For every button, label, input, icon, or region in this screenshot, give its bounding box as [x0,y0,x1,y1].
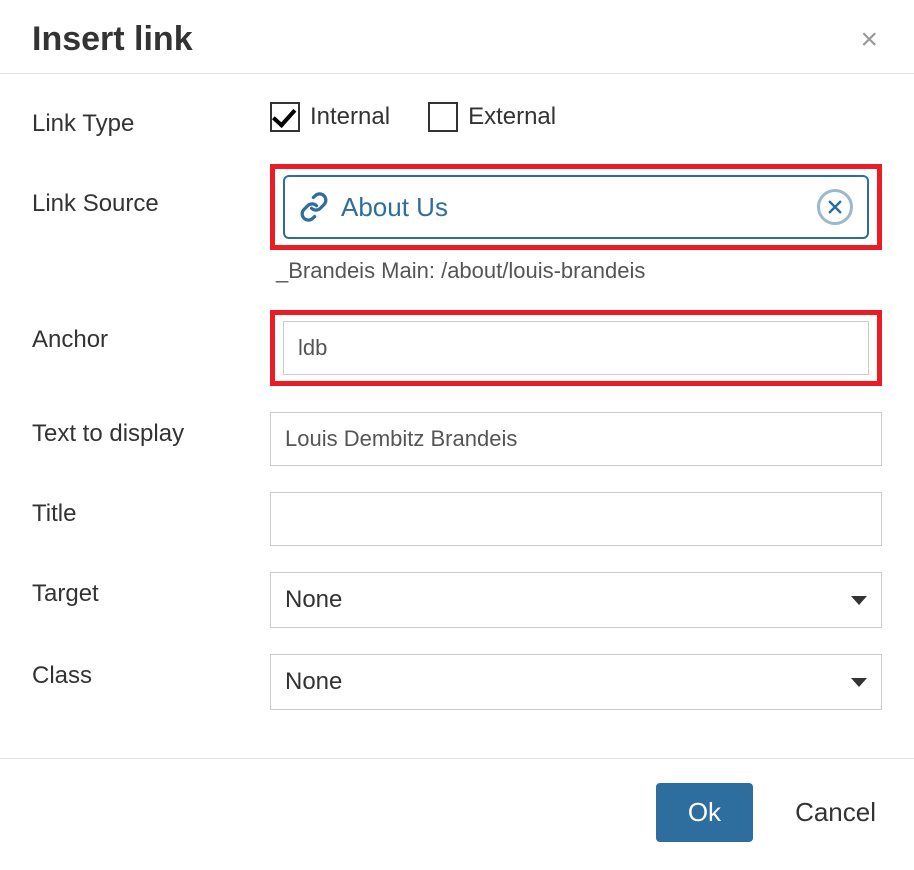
label-title: Title [32,492,270,528]
target-select[interactable]: None [270,572,882,628]
label-anchor: Anchor [32,310,270,354]
dialog-footer: Ok Cancel [0,758,914,870]
text-to-display-input[interactable] [270,412,882,466]
row-text-to-display: Text to display [32,412,882,466]
row-title: Title [32,492,882,546]
class-value: None [285,668,342,696]
chevron-down-icon [851,596,867,605]
link-source-control: About Us _Brandeis Main: /about/louis-br… [270,164,882,284]
link-source-path: _Brandeis Main: /about/louis-brandeis [270,258,882,284]
dialog-body: Link Type Internal External Link Source [0,74,914,758]
link-source-left: About Us [299,192,448,223]
checkbox-internal-label: Internal [310,103,390,131]
link-source-chooser[interactable]: About Us [283,175,869,239]
link-type-group: Internal External [270,102,882,132]
checkbox-external-label: External [468,103,556,131]
row-target: Target None [32,572,882,628]
dialog-header: Insert link × [0,0,914,74]
row-link-source: Link Source About Us [32,164,882,284]
cancel-button[interactable]: Cancel [789,785,882,840]
title-control [270,492,882,546]
target-control: None [270,572,882,628]
ok-button[interactable]: Ok [656,783,753,842]
row-anchor: Anchor [32,310,882,386]
anchor-input[interactable] [283,321,869,375]
text-to-display-control [270,412,882,466]
anchor-control [270,310,882,386]
checkbox-external[interactable] [428,102,458,132]
class-control: None [270,654,882,710]
dialog-title: Insert link [32,20,193,59]
anchor-highlight [270,310,882,386]
row-class: Class None [32,654,882,710]
clear-source-icon[interactable] [817,189,853,225]
insert-link-dialog: Insert link × Link Type Internal Externa… [0,0,914,870]
link-source-value: About Us [341,192,448,223]
label-target: Target [32,572,270,608]
target-value: None [285,586,342,614]
link-source-highlight: About Us [270,164,882,250]
label-text-to-display: Text to display [32,412,270,448]
class-select[interactable]: None [270,654,882,710]
row-link-type: Link Type Internal External [32,102,882,138]
close-icon[interactable]: × [856,21,882,59]
link-icon [299,192,329,222]
chevron-down-icon [851,678,867,687]
title-input[interactable] [270,492,882,546]
label-link-source: Link Source [32,164,270,218]
label-link-type: Link Type [32,102,270,138]
checkbox-internal[interactable] [270,102,300,132]
label-class: Class [32,654,270,690]
